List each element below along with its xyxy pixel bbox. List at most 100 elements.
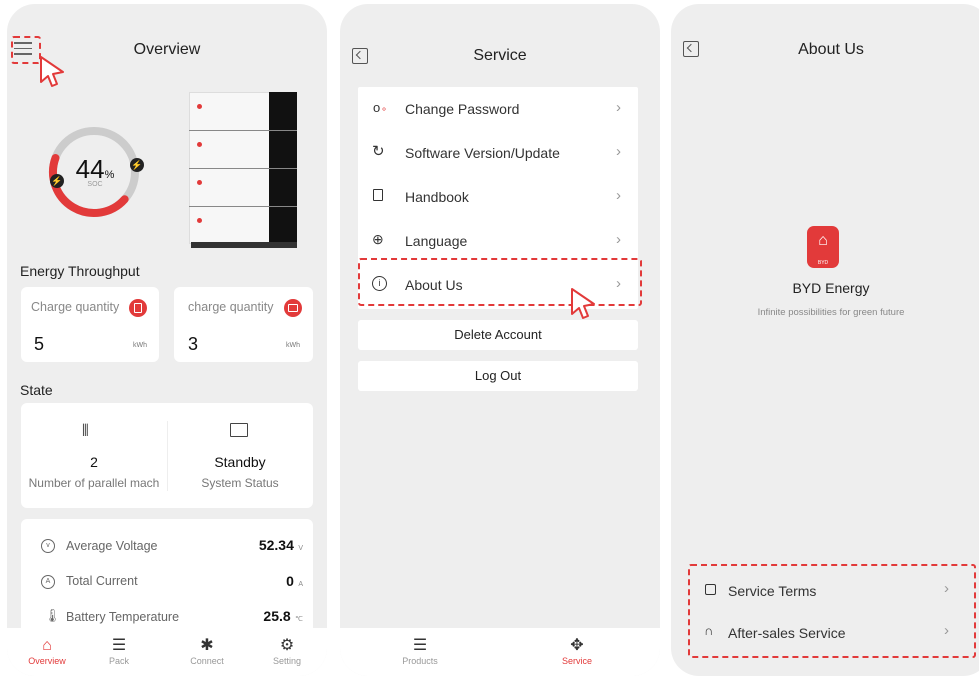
tab-bar: ☰ Products ✥ Service — [340, 628, 660, 676]
tab-label: Connect — [190, 656, 224, 666]
service-icon: ✥ — [570, 637, 584, 654]
discharge-card[interactable]: charge quantity 3 kWh — [174, 287, 313, 362]
discharge-label: charge quantity — [188, 300, 274, 314]
metric-value-wrap: 0 A — [286, 573, 303, 591]
tab-label: Service — [561, 656, 592, 666]
service-item-label: Change Password — [405, 101, 520, 117]
service-item-software-update[interactable]: ↻ Software Version/Update › — [358, 131, 638, 175]
chevron-right-icon: › — [616, 143, 621, 160]
service-item-label: Software Version/Update — [405, 145, 560, 161]
monitor-icon — [230, 423, 248, 437]
book-icon — [373, 189, 383, 201]
tab-pack[interactable]: ☰ Pack — [89, 636, 149, 666]
tab-bar: ⌂ Overview ☰ Pack ✱ Connect ⚙ Setting — [7, 628, 327, 676]
service-screen: Service o⚬ Change Password › ↻ Software … — [340, 4, 660, 676]
about-item-after-sales[interactable]: ∩ After-sales Service › — [691, 612, 971, 652]
document-icon — [705, 584, 716, 595]
service-item-language[interactable]: ⊕ Language › — [358, 219, 638, 263]
about-item-service-terms[interactable]: Service Terms › — [691, 570, 971, 610]
metric-value-wrap: 25.8 ℃ — [263, 608, 303, 626]
chevron-right-icon: › — [944, 580, 949, 597]
metric-unit: ℃ — [295, 616, 303, 623]
soc-bolt-left-icon: ⚡ — [50, 174, 64, 188]
page-title: Overview — [133, 41, 201, 58]
service-item-handbook[interactable]: Handbook › — [358, 175, 638, 219]
tab-connect[interactable]: ✱ Connect — [177, 636, 237, 666]
page-title: About Us — [798, 41, 864, 58]
metric-value: 25.8 — [263, 608, 291, 624]
app-tagline: Infinite possibilities for green future — [757, 307, 905, 318]
charge-unit: kWh — [133, 342, 147, 349]
about-item-label: After-sales Service — [728, 625, 846, 641]
energy-section-title: Energy Throughput — [20, 263, 140, 279]
globe-icon: ⊕ — [372, 231, 384, 247]
overview-screen: Overview ⚡ ⚡ 44% SOC Energy Throughput C… — [7, 4, 327, 676]
current-icon: A — [41, 575, 55, 589]
products-icon: ☰ — [412, 637, 428, 654]
discharge-icon — [284, 299, 302, 317]
tab-label: Pack — [108, 656, 129, 666]
refresh-icon: ↻ — [372, 143, 385, 160]
charge-value: 5 — [34, 334, 45, 354]
voltage-icon: v — [41, 539, 55, 553]
tab-service[interactable]: ✥ Service — [542, 636, 612, 666]
soc-bolt-right-icon: ⚡ — [130, 158, 144, 172]
chevron-right-icon: › — [616, 99, 621, 116]
tab-label: Products — [402, 656, 438, 666]
logo-text: BYD — [817, 260, 829, 266]
metrics-card: v Average Voltage 52.34 V A Total Curren… — [21, 519, 313, 639]
parallel-label: Number of parallel mach — [28, 476, 160, 490]
service-item-change-password[interactable]: o⚬ Change Password › — [358, 87, 638, 131]
tab-label: Setting — [272, 656, 302, 666]
parallel-icon: ⫴ — [82, 423, 89, 440]
system-label: System Status — [201, 476, 279, 490]
charge-icon — [129, 299, 147, 317]
tab-products[interactable]: ☰ Products — [385, 636, 455, 666]
metric-value: 0 — [286, 573, 294, 589]
tab-setting[interactable]: ⚙ Setting — [257, 636, 317, 666]
app-logo: ⌂ BYD — [807, 226, 839, 268]
about-screen: About Us ⌂ BYD BYD Energy Infinite possi… — [671, 4, 979, 676]
key-icon: o⚬ — [373, 100, 388, 115]
metric-unit: V — [298, 545, 303, 552]
cursor-icon — [571, 288, 595, 319]
home-icon: ⌂ — [818, 232, 828, 249]
soc-unit: % — [104, 169, 115, 181]
discharge-unit: kWh — [286, 342, 300, 349]
system-value: Standby — [214, 454, 266, 470]
page-title: Service — [473, 47, 527, 64]
bluetooth-icon: ✱ — [200, 637, 214, 654]
about-us-highlight — [358, 258, 642, 306]
chevron-right-icon: › — [616, 187, 621, 204]
charge-card[interactable]: Charge quantity 5 kWh — [21, 287, 159, 362]
state-card: ⫴ 2 Number of parallel mach Standby Syst… — [21, 403, 313, 508]
service-item-label: Language — [405, 233, 468, 249]
cursor-icon — [40, 56, 64, 87]
thermometer-icon: 🌡 — [44, 608, 61, 623]
metric-unit: A — [298, 581, 303, 588]
metric-value: 52.34 — [258, 537, 294, 553]
metric-label: Battery Temperature — [66, 610, 180, 624]
headset-icon: ∩ — [704, 623, 714, 638]
delete-account-button[interactable]: Delete Account — [358, 320, 638, 350]
soc-value: 44 — [75, 154, 105, 184]
tab-overview[interactable]: ⌂ Overview — [17, 636, 77, 666]
service-item-label: Handbook — [405, 189, 469, 205]
parallel-value: 2 — [90, 454, 98, 470]
chevron-right-icon: › — [616, 231, 621, 248]
metric-label: Total Current — [66, 574, 138, 588]
metric-value-wrap: 52.34 V — [259, 537, 303, 555]
soc-label: SOC — [87, 181, 103, 188]
discharge-value: 3 — [188, 334, 199, 354]
about-item-label: Service Terms — [728, 583, 817, 599]
gear-icon: ⚙ — [279, 637, 295, 654]
tab-label: Overview — [28, 656, 66, 666]
log-out-button[interactable]: Log Out — [358, 361, 638, 391]
charge-label: Charge quantity — [31, 300, 120, 314]
pack-icon: ☰ — [111, 637, 127, 654]
app-name: BYD Energy — [792, 280, 870, 296]
chevron-right-icon: › — [944, 622, 949, 639]
battery-stack-image — [189, 92, 299, 252]
home-icon: ⌂ — [42, 637, 52, 654]
metric-label: Average Voltage — [66, 539, 158, 553]
